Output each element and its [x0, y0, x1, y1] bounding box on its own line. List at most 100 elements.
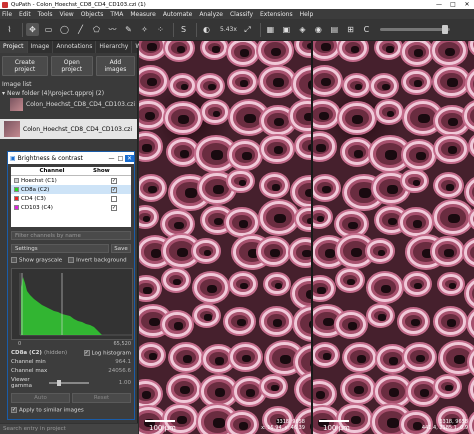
crypt-lumen	[204, 314, 212, 321]
channel-show-checkbox[interactable]: ✓	[111, 204, 117, 211]
crypt-lumen	[211, 150, 223, 160]
menu-measure[interactable]: Measure	[130, 11, 156, 18]
histogram[interactable]	[11, 267, 133, 340]
show-tma-icon[interactable]: ▣	[280, 23, 293, 36]
menu-tma[interactable]: TMA	[110, 11, 123, 18]
project-folder[interactable]: ▾ New folder (4)\project.qpproj (2)	[2, 90, 135, 97]
menu-file[interactable]: File	[2, 11, 12, 18]
tissue-crypt	[335, 311, 366, 338]
histogram-plot	[19, 272, 132, 335]
channel-column-header[interactable]: Channel	[11, 167, 93, 175]
table-row[interactable]: CD103 (C4) ✓	[11, 203, 131, 212]
channel-color-swatch[interactable]	[14, 205, 19, 210]
menu-analyze[interactable]: Analyze	[199, 11, 223, 18]
channel-show-checkbox[interactable]: ✓	[111, 186, 117, 193]
crypt-lumen	[348, 221, 358, 230]
tissue-crypt	[226, 208, 258, 236]
checkbox-box[interactable]	[68, 257, 75, 263]
tissue-crypt	[161, 311, 192, 338]
dialog-minimize-button[interactable]: —	[107, 155, 116, 162]
log-histogram-checkbox[interactable]: ✓ Log histogram	[83, 349, 131, 356]
menu-tools[interactable]: Tools	[38, 11, 53, 18]
show-pixel-classification-icon[interactable]: C	[360, 23, 373, 36]
create-project-button[interactable]: Create project	[2, 56, 48, 76]
menu-help[interactable]: Help	[300, 11, 314, 18]
brightness-contrast-icon[interactable]: ◐	[200, 23, 213, 36]
save-button[interactable]: Save	[111, 244, 131, 253]
gamma-slider[interactable]	[49, 380, 89, 386]
maximize-button[interactable]: □	[446, 0, 460, 9]
crypt-lumen	[388, 217, 398, 226]
tissue-crypt	[139, 175, 165, 200]
table-row[interactable]: Hoechst (C1) ✓	[11, 176, 131, 185]
menu-view[interactable]: View	[59, 11, 73, 18]
checkbox-box[interactable]: ✓	[83, 349, 90, 356]
show-annotations-icon[interactable]: ▦	[264, 23, 277, 36]
show-overlay-icon[interactable]: ▤	[328, 23, 341, 36]
tissue-crypt	[431, 41, 467, 66]
channel-filter-input[interactable]: Filter channels by name	[11, 231, 131, 240]
show-column-header[interactable]: Show	[93, 167, 110, 175]
channel-show-checkbox[interactable]	[111, 195, 117, 202]
project-search-input[interactable]: Search entry in project	[0, 423, 138, 434]
brush-tool-icon[interactable]: ✎	[122, 23, 135, 36]
show-grid-icon[interactable]: ⊞	[344, 23, 357, 36]
checkbox-box[interactable]: ✓	[11, 407, 17, 413]
opacity-slider[interactable]	[379, 25, 450, 34]
channel-color-swatch[interactable]	[14, 187, 19, 192]
tissue-crypt	[193, 240, 219, 262]
line-tool-icon[interactable]: ╱	[74, 23, 87, 36]
tab-hierarchy[interactable]: Hierarchy	[96, 41, 133, 53]
invert-background-checkbox[interactable]: Invert background	[68, 257, 127, 264]
tab-image[interactable]: Image	[28, 41, 54, 53]
selected-image-row[interactable]: Colon_Hoechst_CD8_CD4_CD103.czi	[0, 119, 137, 139]
selection-mode-icon[interactable]: S	[177, 23, 190, 36]
channel-max-value[interactable]: 24056.6	[108, 368, 131, 374]
open-project-button[interactable]: Open project	[50, 56, 93, 76]
channel-min-value[interactable]: 964.1	[115, 359, 131, 365]
crypt-lumen	[347, 278, 356, 286]
tissue-crypt	[257, 237, 290, 265]
menu-classify[interactable]: Classify	[230, 11, 253, 18]
minimize-button[interactable]: —	[432, 0, 446, 9]
zoom-to-fit-icon[interactable]: ⤢	[241, 23, 254, 36]
menu-objects[interactable]: Objects	[81, 11, 104, 18]
dialog-close-button[interactable]: ✕	[125, 154, 134, 162]
show-detections-icon[interactable]: ◈	[296, 23, 309, 36]
image-viewer-right[interactable]: 100 µm 3318, 9658 441.4, 2185.1, 0.9	[313, 41, 474, 434]
menu-extensions[interactable]: Extensions	[260, 11, 293, 18]
wand-tool-icon[interactable]: ⌇	[3, 23, 16, 36]
channel-color-swatch[interactable]	[14, 196, 19, 201]
list-item[interactable]: Colon_Hoechst_CD8_CD4_CD103.czi	[2, 98, 135, 111]
dialog-maximize-button[interactable]: □	[116, 155, 125, 162]
channel-color-swatch[interactable]	[14, 178, 19, 183]
image-viewer-left[interactable]: 100 µm 3318, 9658 x: 15.94, y: 46.39	[139, 41, 311, 434]
fill-detections-icon[interactable]: ◉	[312, 23, 325, 36]
auto-button[interactable]: Auto	[11, 393, 70, 403]
table-row[interactable]: CD8a (C2) ✓	[11, 185, 131, 194]
ellipse-tool-icon[interactable]: ◯	[58, 23, 71, 36]
add-images-button[interactable]: Add images	[95, 56, 135, 76]
crypt-lumen	[316, 391, 326, 400]
reset-button[interactable]: Reset	[72, 393, 131, 403]
menu-edit[interactable]: Edit	[19, 11, 31, 18]
checkbox-box[interactable]	[11, 257, 17, 263]
collapse-arrow-icon[interactable]: ▾	[2, 90, 5, 97]
tissue-crypt	[431, 237, 464, 265]
close-button[interactable]: ✕	[460, 0, 474, 9]
tissue-crypt	[341, 139, 373, 166]
polyline-tool-icon[interactable]: 〰	[106, 23, 119, 36]
apply-similar-checkbox[interactable]: ✓ Apply to similar images	[11, 407, 84, 414]
wand-select-icon[interactable]: ✧	[138, 23, 151, 36]
tab-project[interactable]: Project	[0, 41, 28, 53]
tab-annotations[interactable]: Annotations	[53, 41, 97, 53]
show-grayscale-checkbox[interactable]: Show grayscale	[11, 257, 62, 264]
menu-automate[interactable]: Automate	[163, 11, 193, 18]
table-row[interactable]: CD4 (C3)	[11, 194, 131, 203]
rectangle-tool-icon[interactable]: ▭	[42, 23, 55, 36]
settings-dropdown[interactable]: Settings	[11, 244, 109, 253]
polygon-tool-icon[interactable]: ⬠	[90, 23, 103, 36]
move-tool-icon[interactable]: ✥	[26, 23, 39, 36]
channel-show-checkbox[interactable]: ✓	[111, 177, 117, 184]
points-tool-icon[interactable]: ⁘	[154, 23, 167, 36]
